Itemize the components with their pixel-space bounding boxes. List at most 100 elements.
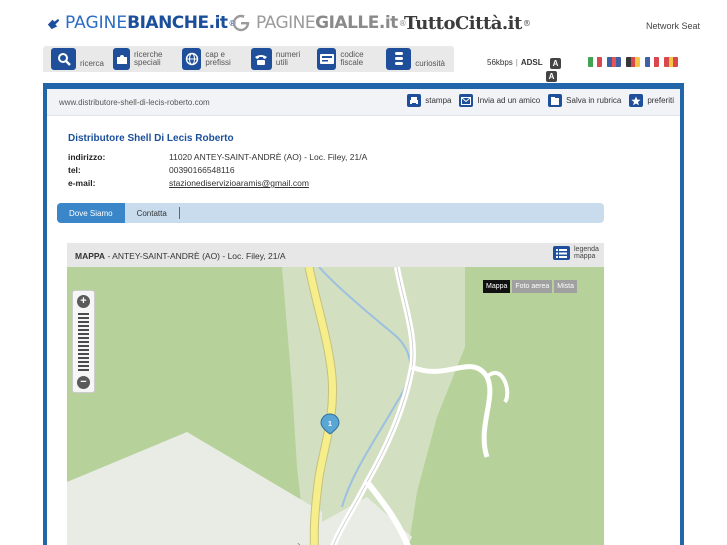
envelope-icon (459, 94, 474, 107)
map-type-mista[interactable]: Mista (554, 280, 577, 293)
zoom-tick (78, 341, 89, 343)
zoom-out-button[interactable]: − (77, 376, 90, 389)
zoom-tick (78, 321, 89, 323)
id-card-icon (317, 48, 337, 70)
address-value: 11020 ANTEY-SAINT-ANDRÈ (AO) - Loc. File… (169, 152, 368, 162)
map-type-foto-aerea[interactable]: Foto aerea (512, 280, 553, 293)
nav-cap-prefissi[interactable]: cap e prefissi (182, 48, 242, 70)
paginebianche-logo[interactable]: PAGINE BIANCHE .it ® (46, 13, 237, 33)
globe-icon (182, 48, 202, 70)
location-marker[interactable]: 1 (319, 413, 341, 435)
zoom-tick (78, 361, 89, 363)
email-label: e-mail: (68, 178, 96, 188)
zoom-tick (78, 325, 89, 327)
text-size-large-button[interactable]: A (546, 71, 557, 82)
speed-adsl-link[interactable]: ADSL (521, 58, 543, 67)
print-button[interactable]: stampa (407, 94, 451, 107)
flag-it-icon[interactable] (588, 57, 602, 67)
tuttocitta-text: TuttoCittà.it (404, 13, 522, 34)
save-contact-button[interactable]: Salva in rubrica (548, 94, 621, 107)
speed-56kbps-link[interactable]: 56kbps (487, 58, 513, 67)
map-header: MAPPA - ANTEY-SAINT-ANDRÈ (AO) - Loc. Fi… (67, 243, 604, 267)
map-address: - ANTEY-SAINT-ANDRÈ (AO) - Loc. Filey, 2… (107, 251, 286, 261)
zoom-tick (78, 357, 89, 359)
email-link[interactable]: stazionediservizioaramis@gmail.com (169, 178, 309, 188)
main-nav: ricerca ricerche speciali cap e prefissi… (43, 46, 454, 72)
nav-curiosita[interactable]: curiosità (386, 48, 445, 70)
paginegialle-main: GIALLE (315, 13, 379, 33)
send-to-friend-label: Invia ad un amico (477, 96, 541, 105)
nav-ricerche-speciali-label: ricerche speciali (134, 50, 163, 67)
flag-es-icon[interactable] (664, 57, 678, 67)
nav-numeri-utili[interactable]: numeri utili (251, 48, 308, 70)
map-legend-button[interactable]: legenda mappa (553, 246, 600, 260)
favorites-label: preferiti (647, 96, 674, 105)
paginegialle-pre: PAGINE (256, 13, 316, 33)
paginegialle-suffix: .it (378, 13, 398, 33)
list-icon (553, 246, 570, 260)
network-seat-link[interactable]: Network Seat (646, 21, 700, 31)
address-book-icon (548, 94, 563, 107)
tuttocitta-logo[interactable]: TuttoCittà.it ® (404, 13, 531, 34)
map-type-mappa[interactable]: Mappa (483, 280, 511, 293)
text-size-small-button[interactable]: A (550, 58, 561, 69)
phone-label: tel: (68, 165, 81, 175)
paginegialle-g-icon (232, 14, 250, 32)
language-flags (588, 57, 683, 67)
flag-en-icon[interactable] (607, 57, 621, 67)
flag-de-icon[interactable] (626, 57, 640, 67)
nav-codice-fiscale-label: codice fiscale (340, 50, 364, 67)
printer-icon (407, 94, 422, 107)
nav-codice-fiscale[interactable]: codice fiscale (317, 48, 377, 70)
magnifier-icon (51, 48, 76, 70)
nav-curiosita-label: curiosità (415, 58, 446, 68)
nav-ricerca[interactable]: ricerca (51, 48, 104, 70)
website-link[interactable]: www.distributore-shell-di-lecis-roberto.… (59, 98, 210, 107)
phone-value: 00390166548116 (169, 165, 235, 175)
paginebianche-main: BIANCHE (127, 13, 209, 33)
tab-dove-siamo[interactable]: Dove Siamo (57, 203, 125, 223)
nav-ricerche-speciali[interactable]: ricerche speciali (113, 48, 173, 70)
favorites-button[interactable]: preferiti (629, 94, 674, 107)
zoom-tick (78, 313, 89, 315)
zoom-tick (78, 369, 89, 371)
zoom-tick (78, 329, 89, 331)
puzzle-icon (113, 48, 131, 70)
zoom-tick (78, 365, 89, 367)
tuttocitta-reg: ® (522, 19, 531, 28)
zoom-tick (78, 345, 89, 347)
map-title-label: MAPPA (75, 251, 106, 261)
map-legend-label: legenda mappa (574, 246, 599, 260)
paginebianche-suffix: .it (208, 13, 228, 33)
tab-contatta[interactable]: Contatta (125, 203, 179, 223)
zoom-tick (78, 317, 89, 319)
paginegialle-logo[interactable]: PAGINE GIALLE .it ® (232, 13, 407, 33)
zoom-tick (78, 349, 89, 351)
svg-text:1: 1 (328, 421, 332, 428)
send-to-friend-button[interactable]: Invia ad un amico (459, 94, 540, 107)
zoom-in-button[interactable]: + (77, 295, 90, 308)
flag-fr-icon[interactable] (645, 57, 659, 67)
connection-speed: 56kbps | ADSL (487, 58, 543, 67)
spring-icon (386, 48, 412, 70)
paginebianche-hand-icon (47, 18, 60, 29)
nav-cap-prefissi-label: cap e prefissi (205, 50, 231, 67)
zoom-tick (78, 333, 89, 335)
nav-ricerca-label: ricerca (80, 58, 105, 68)
zoom-tick (78, 353, 89, 355)
paginebianche-pre: PAGINE (65, 13, 128, 33)
business-panel: www.distributore-shell-di-lecis-roberto.… (43, 83, 684, 545)
map-title: MAPPA - ANTEY-SAINT-ANDRÈ (AO) - Loc. Fi… (75, 251, 286, 261)
star-icon (629, 94, 644, 107)
save-contact-label: Salva in rubrica (566, 96, 622, 105)
brand-bar: PAGINE BIANCHE .it ® PAGINE GIALLE .it ® Tutto… (0, 0, 727, 44)
address-label: indirizzo: (68, 152, 106, 162)
phone-icon (251, 48, 272, 70)
detail-tabs: Dove Siamo Contatta (57, 203, 604, 223)
map-type-switch: Mappa Foto aerea Mista (481, 280, 577, 293)
map-terrain: ey (67, 267, 510, 545)
map-view[interactable]: ey Mappa Foto aerea Mista + − (67, 267, 604, 545)
business-name: Distributore Shell Di Lecis Roberto (68, 133, 234, 144)
tab-divider (178, 207, 180, 219)
action-bar: stampa Invia ad un amico Salva in rubric… (399, 94, 674, 107)
